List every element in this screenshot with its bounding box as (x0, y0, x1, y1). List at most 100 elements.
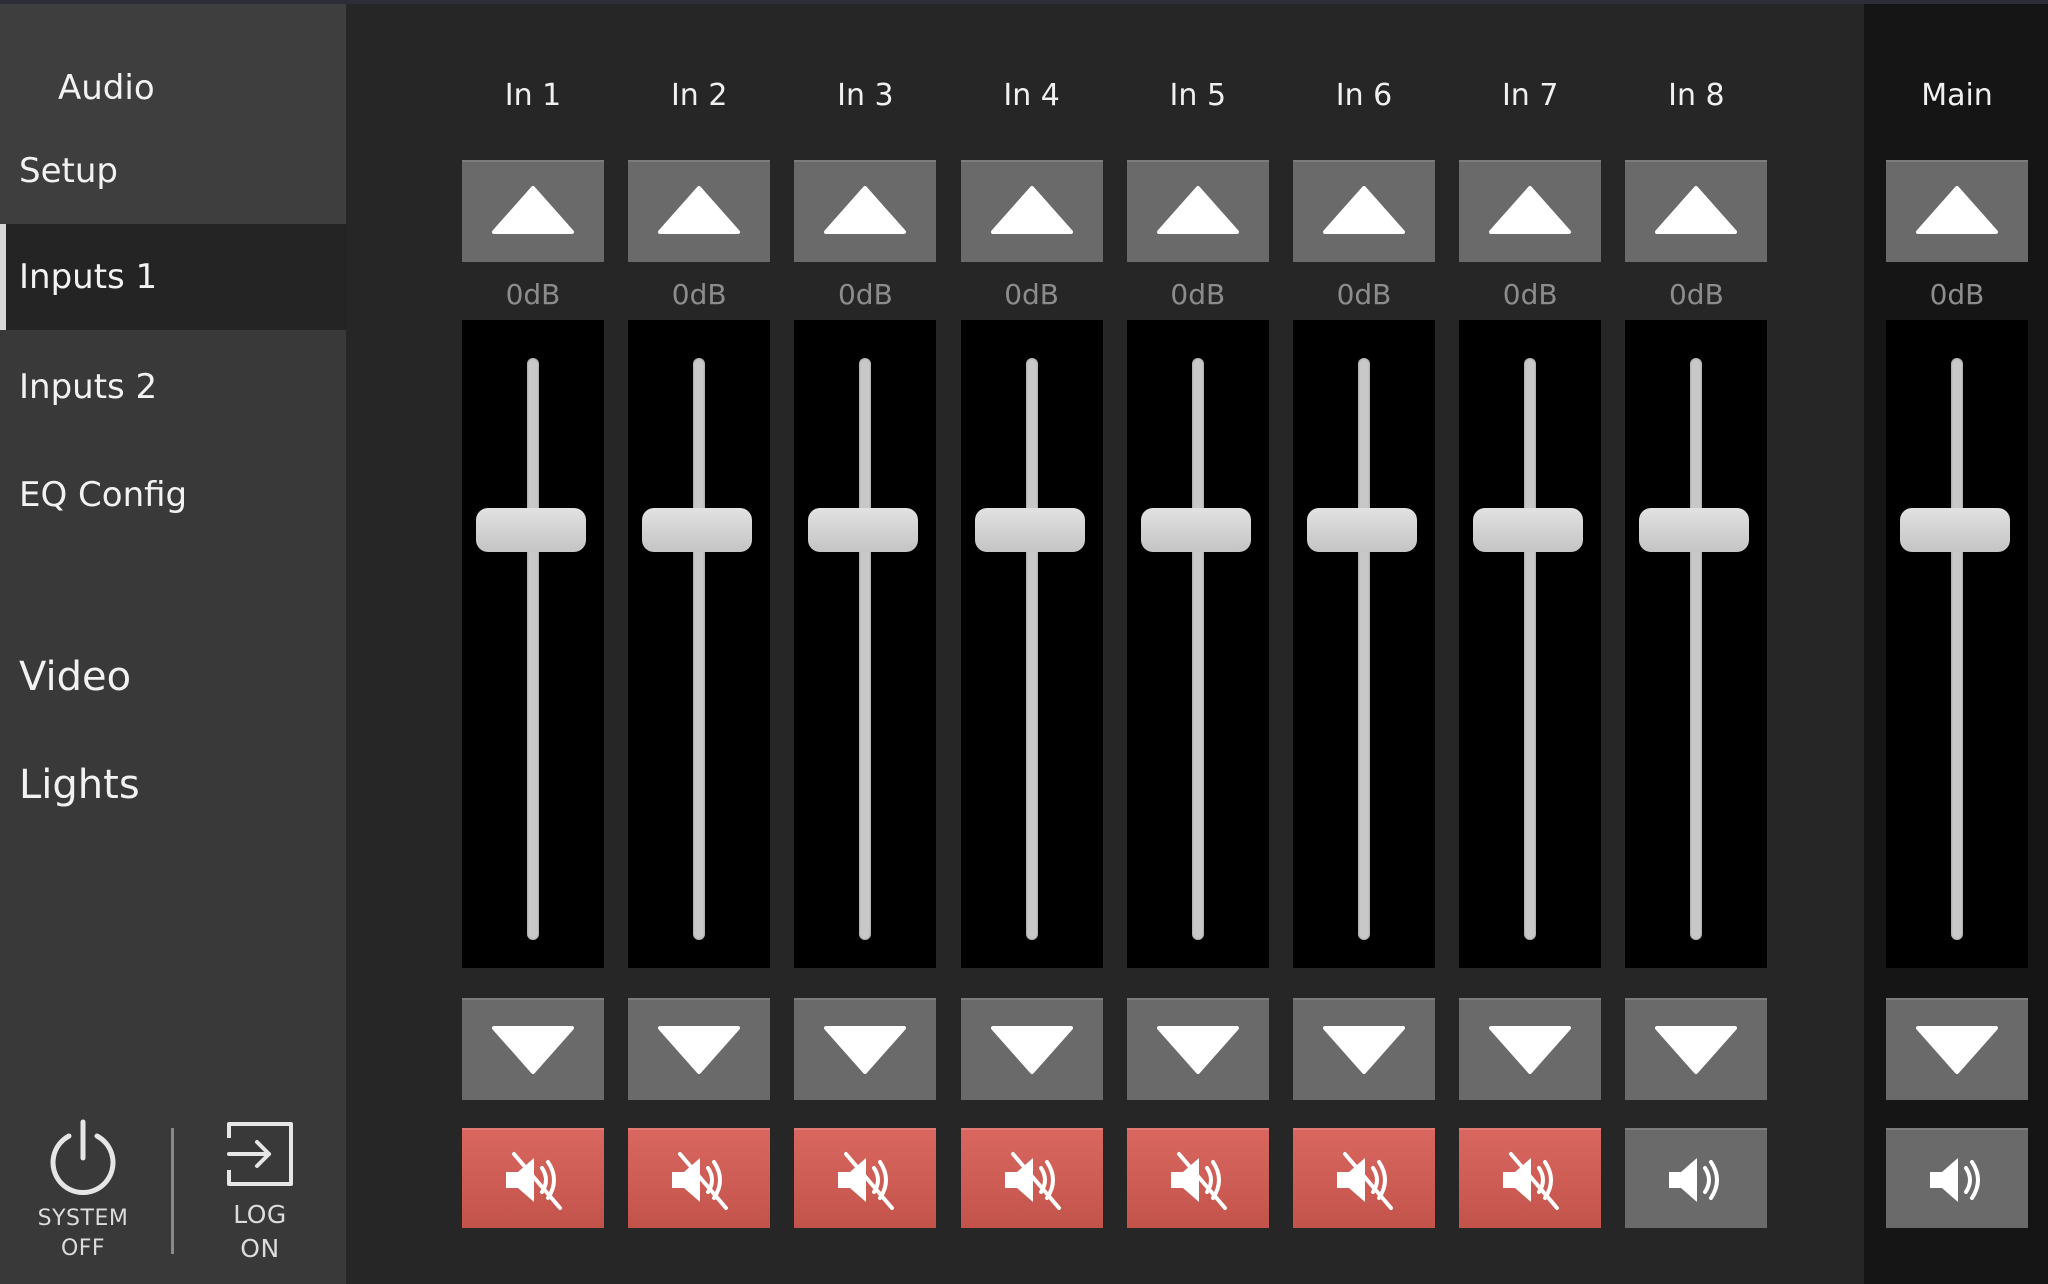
channel-label: In 2 (670, 78, 728, 113)
level-up-button[interactable] (1625, 160, 1768, 262)
fader-rail (693, 358, 706, 940)
level-down-button[interactable] (1459, 998, 1602, 1100)
level-readout: 0dB (1929, 278, 1985, 311)
fader-knob[interactable] (1639, 507, 1750, 552)
fader-track[interactable] (1293, 320, 1435, 968)
level-readout: 0dB (837, 278, 893, 311)
level-down-button[interactable] (794, 998, 937, 1100)
level-up-button[interactable] (628, 160, 771, 262)
speaker-muted-icon (838, 1152, 895, 1210)
mute-toggle-button[interactable] (1625, 1128, 1768, 1228)
fader-knob[interactable] (1900, 507, 2010, 552)
level-down-button[interactable] (462, 998, 604, 1100)
fader-knob[interactable] (476, 507, 586, 552)
mute-toggle-button[interactable] (1126, 1128, 1269, 1228)
fader-track[interactable] (1126, 320, 1269, 968)
triangle-up-icon (824, 186, 907, 234)
fader-rail (527, 358, 539, 940)
inputs-panel: In 1 0dB In 2 0dB In 3 0dB In 4 0dB In 5 0dB In 6 0… (346, 0, 1864, 1284)
triangle-down-icon (1916, 1026, 1998, 1074)
fader-track[interactable] (1886, 320, 2028, 968)
channel-strip-in-6: In 6 0dB (1293, 0, 1435, 1284)
level-down-button[interactable] (1126, 998, 1269, 1100)
fader-rail (1690, 358, 1703, 940)
log-on-button[interactable]: LOG ON (206, 1118, 314, 1266)
channel-strip-main: Main 0dB (1886, 0, 2028, 1284)
fader-track[interactable] (1459, 320, 1602, 968)
channel-label: In 4 (1003, 78, 1060, 113)
channel-label: In 6 (1335, 78, 1393, 113)
speaker-muted-icon (1170, 1152, 1227, 1210)
level-down-button[interactable] (628, 998, 771, 1100)
level-down-button[interactable] (1293, 998, 1435, 1100)
level-readout: 0dB (1004, 278, 1059, 311)
level-up-button[interactable] (1293, 160, 1435, 262)
channel-label: Main (1921, 78, 1993, 113)
level-up-button[interactable] (1126, 160, 1269, 262)
channel-label: In 7 (1501, 78, 1559, 113)
mute-toggle-button[interactable] (628, 1128, 771, 1228)
speaker-icon (1669, 1158, 1720, 1202)
level-up-button[interactable] (462, 160, 604, 262)
speaker-muted-icon (1503, 1152, 1560, 1210)
fader-track[interactable] (794, 320, 937, 968)
fader-knob[interactable] (1307, 507, 1417, 552)
fader-knob[interactable] (1140, 507, 1251, 552)
mute-toggle-button[interactable] (1293, 1128, 1435, 1228)
channel-strip-in-4: In 4 0dB (960, 0, 1103, 1284)
mute-toggle-button[interactable] (794, 1128, 937, 1228)
nav-item-eq-config[interactable]: EQ Config (0, 442, 346, 548)
fader-rail (1358, 358, 1370, 940)
triangle-down-icon (824, 1026, 907, 1074)
channel-strip-in-7: In 7 0dB (1459, 0, 1602, 1284)
level-up-button[interactable] (794, 160, 937, 262)
level-readout: 0dB (505, 278, 561, 311)
triangle-up-icon (1489, 186, 1572, 234)
main-output-panel: Main 0dB (1864, 0, 2048, 1284)
speaker-icon (1930, 1158, 1980, 1202)
system-off-button[interactable]: SYSTEM OFF (20, 1118, 146, 1264)
triangle-down-icon (1156, 1026, 1239, 1074)
fader-track[interactable] (1625, 320, 1768, 968)
fader-knob[interactable] (1473, 507, 1584, 552)
system-off-label-line1: SYSTEM (37, 1206, 129, 1231)
level-down-button[interactable] (1625, 998, 1768, 1100)
fader-track[interactable] (628, 320, 771, 968)
nav-item-lights[interactable]: Lights (0, 732, 346, 838)
mute-toggle-button[interactable] (960, 1128, 1103, 1228)
speaker-muted-icon (1337, 1152, 1393, 1210)
triangle-up-icon (1323, 186, 1405, 234)
fader-knob[interactable] (642, 507, 753, 552)
level-up-button[interactable] (1459, 160, 1602, 262)
nav-item-inputs-2[interactable]: Inputs 2 (0, 334, 346, 440)
channel-label: In 5 (1169, 78, 1227, 113)
level-down-button[interactable] (1886, 998, 2028, 1100)
channel-strip-in-2: In 2 0dB (628, 0, 771, 1284)
mute-toggle-button[interactable] (1886, 1128, 2028, 1228)
login-icon (227, 1122, 293, 1186)
triangle-down-icon (492, 1026, 574, 1074)
triangle-down-icon (990, 1026, 1073, 1074)
fader-rail (1524, 358, 1537, 940)
channel-strip-in-8: In 8 0dB (1625, 0, 1768, 1284)
level-up-button[interactable] (1886, 160, 2028, 262)
level-up-button[interactable] (960, 160, 1103, 262)
nav-item-inputs-1[interactable]: Inputs 1 (0, 224, 346, 330)
system-divider (171, 1128, 174, 1254)
nav-item-video[interactable]: Video (0, 624, 346, 730)
mute-toggle-button[interactable] (462, 1128, 604, 1228)
level-down-button[interactable] (960, 998, 1103, 1100)
channel-label: In 3 (837, 78, 894, 113)
log-on-label-line1: LOG (233, 1200, 287, 1229)
triangle-up-icon (1916, 186, 1998, 234)
nav-item-setup[interactable]: Setup (0, 118, 346, 224)
fader-track[interactable] (462, 320, 604, 968)
fader-knob[interactable] (808, 507, 919, 552)
fader-track[interactable] (960, 320, 1103, 968)
triangle-up-icon (658, 186, 741, 234)
mute-toggle-button[interactable] (1459, 1128, 1602, 1228)
triangle-down-icon (1489, 1026, 1572, 1074)
fader-knob[interactable] (974, 507, 1085, 552)
audio-section-title: Audio (58, 68, 155, 108)
triangle-down-icon (1655, 1026, 1738, 1074)
